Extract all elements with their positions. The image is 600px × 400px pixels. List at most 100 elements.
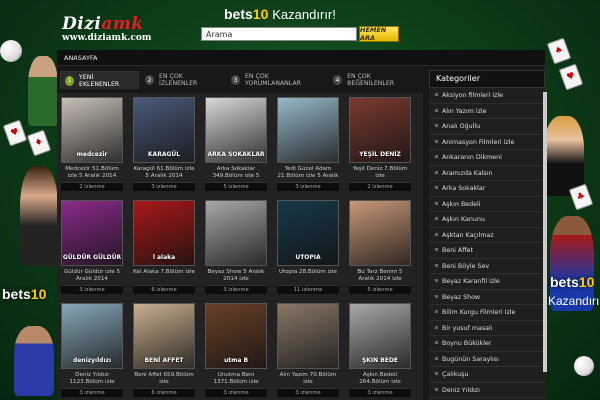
tab-number: 2: [144, 75, 155, 85]
video-card[interactable]: Beyaz Show 5 Aralık 2014 izle 3 izlenme: [205, 200, 267, 294]
category-link[interactable]: Beni Böyle Sev: [429, 259, 545, 274]
breadcrumb[interactable]: ANASAYFA: [57, 50, 545, 66]
video-card[interactable]: KARAGÜL Karagül 61.Bölüm izle 5 Aralık 20…: [133, 97, 195, 191]
category-link[interactable]: Bilim Kurgu Filmleri izle: [429, 305, 545, 321]
video-title[interactable]: Deniz Yıldızı 1123.Bölüm izle: [61, 372, 123, 386]
video-thumbnail[interactable]: l alaka: [133, 200, 195, 266]
category-link[interactable]: Deniz Yıldızı: [429, 383, 545, 398]
video-title[interactable]: Yeşil Deniz 7.Bölüm izle: [349, 166, 411, 180]
video-title[interactable]: Beni Affet 659.Bölüm izle: [133, 372, 195, 386]
video-thumbnail[interactable]: GÜLDÜR GÜLDÜR: [61, 200, 123, 266]
video-thumbnail[interactable]: YEŞİL DENİZ: [349, 97, 411, 163]
video-title[interactable]: Utopia 28.Bölüm izle: [277, 269, 339, 283]
thumbnail-caption: UTOPIA: [295, 254, 321, 261]
video-card[interactable]: Yedi Güzel Adam 21.Bölüm izle 5 Aralık 3 …: [277, 97, 339, 191]
video-card[interactable]: UTOPIA Utopia 28.Bölüm izle 11 izlenme: [277, 200, 339, 294]
video-card[interactable]: ŞKIN BEDE Aşkın Bedeli 264.Bölüm izle 3 iz…: [349, 303, 411, 397]
search-button[interactable]: HEMEN ARA: [359, 26, 399, 42]
video-title[interactable]: Beyaz Show 5 Aralık 2014 izle: [205, 269, 267, 283]
video-card[interactable]: l alaka Kel Alaka 7.Bölüm izle 6 izlenme: [133, 200, 195, 294]
video-thumbnail[interactable]: utma B: [205, 303, 267, 369]
video-title[interactable]: Medcezir 51.Bölüm izle 5 Aralık 2014: [61, 166, 123, 180]
video-thumbnail[interactable]: [205, 200, 267, 266]
video-title[interactable]: Unutma Beni 1371.Bölüm izle: [205, 372, 267, 386]
video-title[interactable]: Bu Tarz Benim 5 Aralık 2014 izle: [349, 269, 411, 283]
category-link[interactable]: Alın Yazım izle: [429, 104, 545, 119]
view-count: 3 izlenme: [205, 388, 267, 397]
tab-most-commented[interactable]: 3 EN ÇOK YORUMLANANLAR: [227, 71, 327, 89]
category-link[interactable]: Beyaz Show: [429, 290, 545, 305]
category-link[interactable]: Aşktan Kaçılmaz: [429, 228, 545, 243]
category-link[interactable]: Aşkın Bedeli: [429, 197, 545, 212]
left-ad-banner[interactable]: ♥ ♦ bets10: [0, 36, 60, 400]
video-card[interactable]: utma B Unutma Beni 1371.Bölüm izle 3 izlen…: [205, 303, 267, 397]
site-logo[interactable]: Diziamk www.diziamk.com: [62, 16, 151, 43]
category-link[interactable]: Boynu Bükükler: [429, 336, 545, 352]
woman-figure: [20, 166, 58, 266]
category-link[interactable]: Bir yusuf masalı: [429, 321, 545, 336]
category-link[interactable]: Aksiyon filmleri izle: [429, 88, 545, 104]
playing-card-icon: ♥: [558, 63, 584, 91]
video-thumbnail[interactable]: [277, 97, 339, 163]
video-card[interactable]: BENİ AFFET Beni Affet 659.Bölüm izle 6 izl…: [133, 303, 195, 397]
category-link[interactable]: Aşkın Kanunu: [429, 212, 545, 228]
video-title[interactable]: Kel Alaka 7.Bölüm izle: [133, 269, 195, 283]
tab-number: 1: [65, 75, 75, 86]
category-link[interactable]: Aramızda Kalsın: [429, 166, 545, 181]
video-title[interactable]: Yedi Güzel Adam 21.Bölüm izle 5 Aralık: [277, 166, 339, 180]
video-title[interactable]: Arka Sokaklar 349.Bölüm izle 5 Aralık: [205, 166, 267, 180]
video-card[interactable]: Bu Tarz Benim 5 Aralık 2014 izle 5 izlenm…: [349, 200, 411, 294]
tab-most-liked[interactable]: 4 EN ÇOK BEĞENİLENLER: [329, 71, 421, 89]
category-link[interactable]: Çalıkuşu: [429, 367, 545, 383]
tab-number: 3: [230, 75, 241, 85]
view-count: 11 izlenme: [277, 285, 339, 294]
view-count: 6 izlenme: [133, 388, 195, 397]
category-link[interactable]: Animasyon Filmleri izle: [429, 135, 545, 150]
category-link[interactable]: Arka Sokaklar: [429, 181, 545, 197]
view-count: 3 izlenme: [61, 388, 123, 397]
football-icon: [574, 356, 594, 376]
video-card[interactable]: denizyıldızı Deniz Yıldızı 1123.Bölüm izl…: [61, 303, 123, 397]
search-input[interactable]: [201, 27, 357, 41]
category-link[interactable]: Beni Affet: [429, 243, 545, 259]
view-count: 2 izlenme: [61, 182, 123, 191]
video-thumbnail[interactable]: BENİ AFFET: [133, 303, 195, 369]
video-title[interactable]: Güldür Güldür izle 5 Aralık 2014: [61, 269, 123, 283]
side-brand-left: bets10: [2, 286, 47, 302]
playing-card-icon: ♦: [26, 129, 52, 157]
video-thumbnail[interactable]: [349, 200, 411, 266]
video-card[interactable]: Alın Yazım 70.Bölüm izle 3 izlenme: [277, 303, 339, 397]
right-ad-banner[interactable]: ♠ ♥ ♣ bets10 Kazandırır: [540, 36, 600, 400]
video-title[interactable]: Karagül 61.Bölüm izle 5 Aralık 2014: [133, 166, 195, 180]
view-count: 5 izlenme: [205, 182, 267, 191]
video-title[interactable]: Alın Yazım 70.Bölüm izle: [277, 372, 339, 386]
player-figure: [28, 56, 58, 126]
video-thumbnail[interactable]: denizyıldızı: [61, 303, 123, 369]
side-slogan-right: Kazandırır: [548, 294, 600, 308]
sidebar-scrollbar[interactable]: [543, 92, 547, 372]
video-card[interactable]: ARKA SOKAKLAR Arka Sokaklar 349.Bölüm izl…: [205, 97, 267, 191]
view-count: 3 izlenme: [133, 182, 195, 191]
category-link[interactable]: Bugünün Saraylısı: [429, 352, 545, 367]
video-thumbnail[interactable]: ARKA SOKAKLAR: [205, 97, 267, 163]
video-card[interactable]: GÜLDÜR GÜLDÜR Güldür Güldür izle 5 Aralık…: [61, 200, 123, 294]
thumbnail-caption: utma B: [223, 357, 249, 364]
video-thumbnail[interactable]: UTOPIA: [277, 200, 339, 266]
video-thumbnail[interactable]: ŞKIN BEDE: [349, 303, 411, 369]
category-link[interactable]: Analı Oğullu: [429, 119, 545, 135]
video-thumbnail[interactable]: medcezir: [61, 97, 123, 163]
thumbnail-caption: l alaka: [152, 254, 176, 261]
video-card[interactable]: YEŞİL DENİZ Yeşil Deniz 7.Bölüm izle 2 izl…: [349, 97, 411, 191]
video-card[interactable]: medcezir Medcezir 51.Bölüm izle 5 Aralık …: [61, 97, 123, 191]
video-thumbnail[interactable]: [277, 303, 339, 369]
view-count: 3 izlenme: [277, 388, 339, 397]
category-link[interactable]: Ankaranın Dikmeni: [429, 150, 545, 166]
header-banner[interactable]: bets10 Kazandırır!: [224, 6, 336, 22]
tab-new[interactable]: 1 YENİ EKLENENLER: [60, 71, 139, 89]
thumbnail-caption: denizyıldızı: [72, 357, 112, 364]
video-title[interactable]: Aşkın Bedeli 264.Bölüm izle: [349, 372, 411, 386]
video-thumbnail[interactable]: KARAGÜL: [133, 97, 195, 163]
tab-most-watched[interactable]: 2 EN ÇOK İZLENENLER: [141, 71, 225, 89]
video-grid: medcezir Medcezir 51.Bölüm izle 5 Aralık …: [57, 93, 423, 400]
category-link[interactable]: Beyaz Karanfil izle: [429, 274, 545, 290]
